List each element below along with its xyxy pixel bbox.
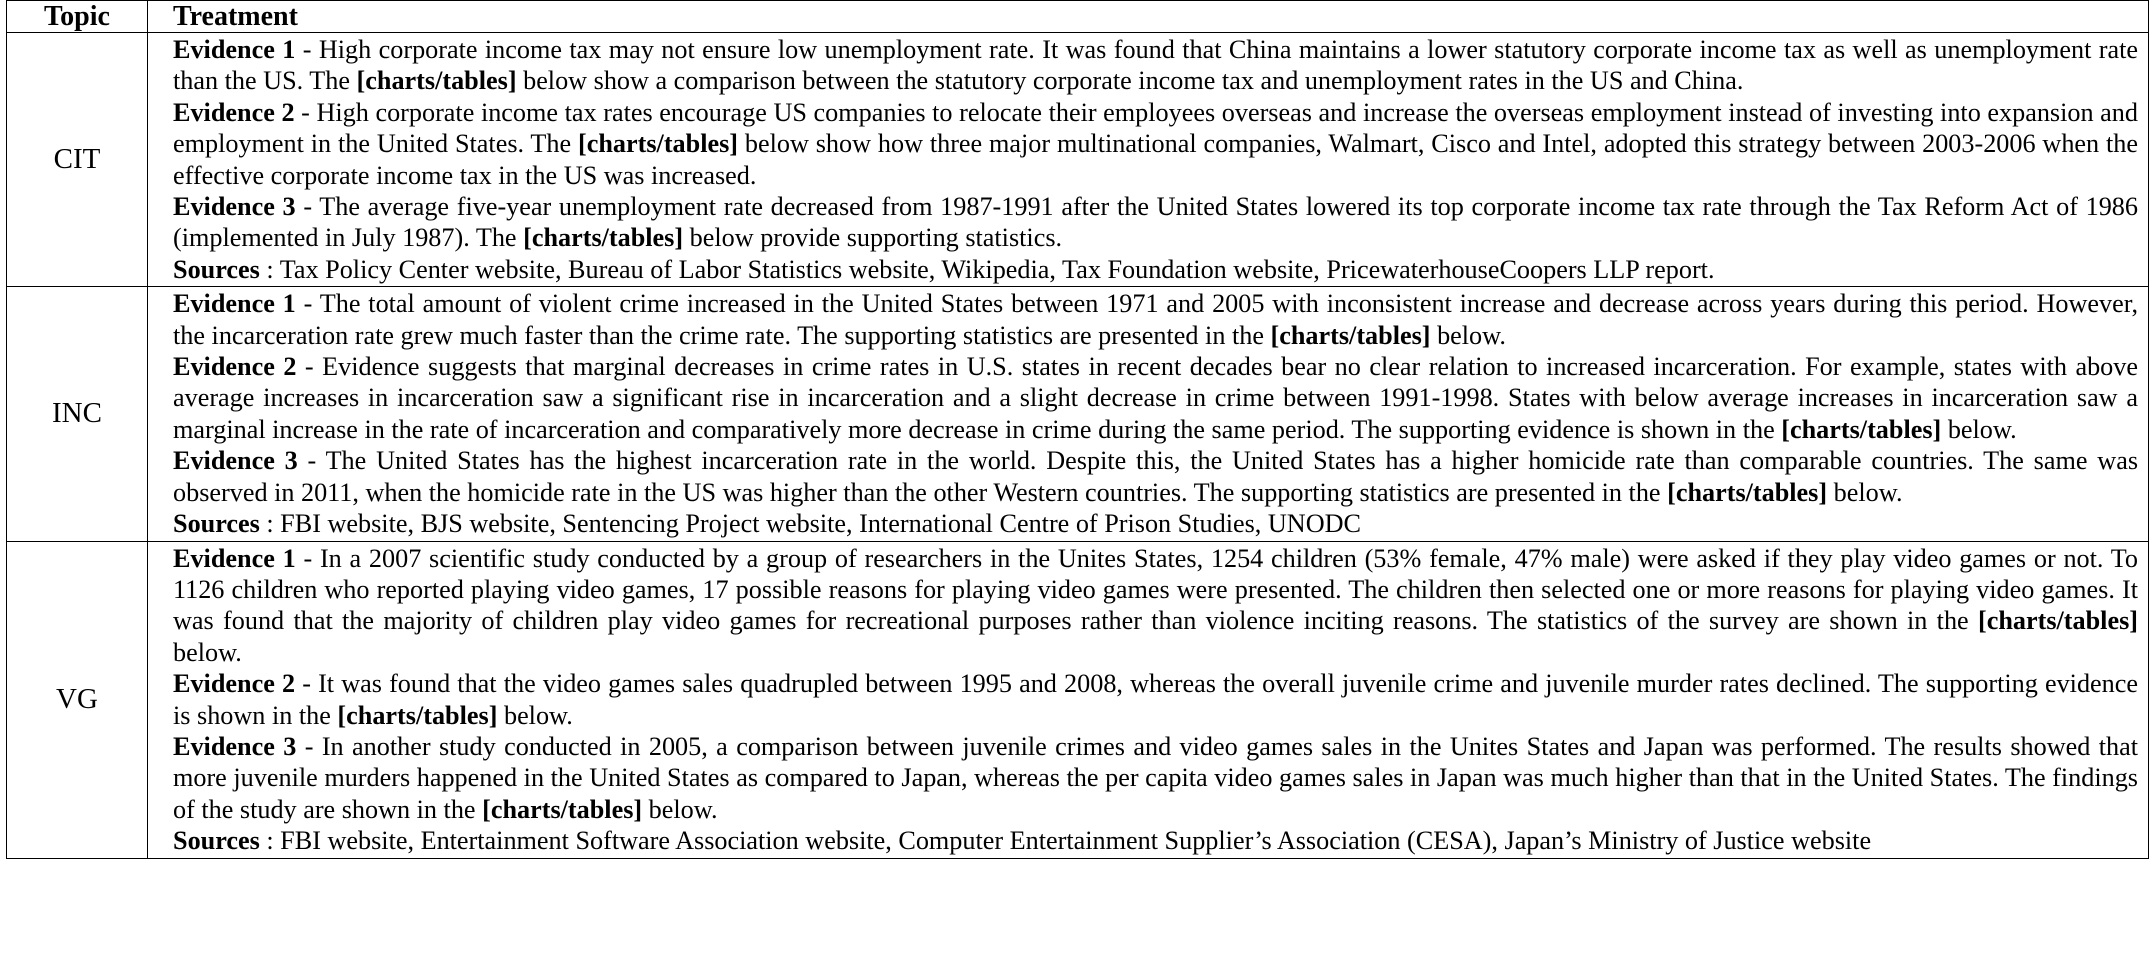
charts-tables-ref: [charts/tables] bbox=[337, 700, 498, 730]
evidence-label: Evidence 2 bbox=[173, 352, 297, 382]
table-row: INC Evidence 1 - The total amount of vio… bbox=[6, 286, 2149, 542]
evidence-paragraph: Evidence 1 - The total amount of violent… bbox=[173, 288, 2138, 351]
charts-tables-ref: [charts/tables] bbox=[482, 794, 643, 824]
sources-label: Sources bbox=[173, 254, 260, 284]
evidence-text: below. bbox=[1430, 320, 1506, 350]
sources-text: : FBI website, BJS website, Sentencing P… bbox=[259, 509, 1362, 539]
sources-text: : Tax Policy Center website, Bureau of L… bbox=[259, 254, 1715, 284]
evidence-text: below. bbox=[642, 794, 718, 824]
sources-paragraph: Sources : FBI website, BJS website, Sent… bbox=[173, 508, 2138, 539]
treatment-header: Treatment bbox=[147, 0, 2149, 33]
evidence-label: Evidence 1 bbox=[173, 289, 296, 319]
charts-tables-ref: [charts/tables] bbox=[1270, 320, 1431, 350]
topic-cell: INC bbox=[6, 286, 148, 542]
evidence-paragraph: Evidence 3 - The United States has the h… bbox=[173, 445, 2138, 508]
evidence-text: below show a comparison between the stat… bbox=[516, 66, 1744, 96]
evidence-text: below. bbox=[173, 637, 242, 667]
table-row: CIT Evidence 1 - High corporate income t… bbox=[6, 31, 2149, 288]
sources-paragraph: Sources : FBI website, Entertainment Sof… bbox=[173, 825, 2138, 856]
evidence-label: Evidence 1 bbox=[173, 543, 296, 573]
evidence-text: below. bbox=[1941, 414, 2017, 444]
evidence-text: - In another study conducted in 2005, a … bbox=[173, 731, 2138, 824]
header-row: Topic Treatment bbox=[6, 0, 2149, 33]
charts-tables-ref: [charts/tables] bbox=[1977, 606, 2138, 636]
charts-tables-ref: [charts/tables] bbox=[523, 223, 684, 253]
topic-header: Topic bbox=[6, 0, 148, 33]
charts-tables-ref: [charts/tables] bbox=[1667, 477, 1828, 507]
evidence-paragraph: Evidence 1 - In a 2007 scientific study … bbox=[173, 543, 2138, 669]
evidence-label: Evidence 1 bbox=[173, 35, 296, 64]
treatment-cell: Evidence 1 - The total amount of violent… bbox=[147, 286, 2149, 542]
evidence-paragraph: Evidence 2 - It was found that the video… bbox=[173, 668, 2138, 731]
charts-tables-ref: [charts/tables] bbox=[1781, 414, 1942, 444]
evidence-table: Topic Treatment CIT Evidence 1 - High co… bbox=[6, 0, 2149, 859]
sources-text: : FBI website, Entertainment Software As… bbox=[259, 826, 1872, 856]
charts-tables-ref: [charts/tables] bbox=[578, 129, 739, 159]
evidence-paragraph: Evidence 1 - High corporate income tax m… bbox=[173, 34, 2138, 97]
evidence-label: Evidence 3 bbox=[173, 731, 297, 761]
table-row: VG Evidence 1 - In a 2007 scientific stu… bbox=[6, 540, 2149, 859]
sources-label: Sources bbox=[173, 826, 260, 856]
evidence-paragraph: Evidence 3 - The average five-year unemp… bbox=[173, 191, 2138, 254]
evidence-label: Evidence 3 bbox=[173, 192, 296, 222]
evidence-text: - The total amount of violent crime incr… bbox=[173, 289, 2138, 350]
topic-cell: VG bbox=[6, 540, 148, 859]
evidence-label: Evidence 2 bbox=[173, 669, 296, 699]
evidence-paragraph: Evidence 2 - High corporate income tax r… bbox=[173, 97, 2138, 191]
topic-cell: CIT bbox=[6, 31, 148, 288]
evidence-text: below provide supporting statistics. bbox=[683, 223, 1063, 253]
evidence-text: below. bbox=[1827, 477, 1903, 507]
evidence-label: Evidence 2 bbox=[173, 97, 295, 127]
evidence-paragraph: Evidence 3 - In another study conducted … bbox=[173, 731, 2138, 825]
evidence-paragraph: Evidence 2 - Evidence suggests that marg… bbox=[173, 351, 2138, 445]
sources-label: Sources bbox=[173, 509, 260, 539]
sources-paragraph: Sources : Tax Policy Center website, Bur… bbox=[173, 254, 2138, 285]
evidence-text: - The average five-year unemployment rat… bbox=[173, 192, 2138, 253]
treatment-cell: Evidence 1 - In a 2007 scientific study … bbox=[147, 540, 2149, 859]
evidence-text: below. bbox=[497, 700, 573, 730]
evidence-text: - In a 2007 scientific study conducted b… bbox=[173, 543, 2139, 636]
charts-tables-ref: [charts/tables] bbox=[356, 66, 517, 96]
evidence-label: Evidence 3 bbox=[173, 446, 298, 476]
treatment-cell: Evidence 1 - High corporate income tax m… bbox=[147, 31, 2149, 288]
